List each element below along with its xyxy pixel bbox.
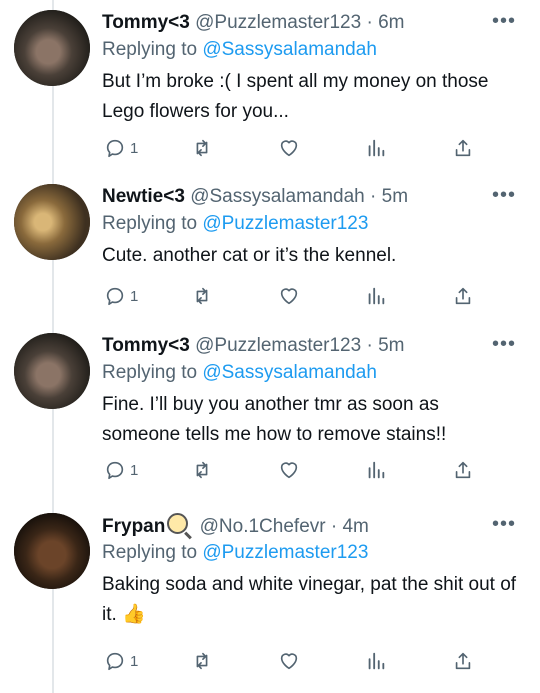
- like-icon: [280, 653, 298, 670]
- tweet-header: Tommy<3 @Puzzlemaster123 · 6m: [102, 10, 502, 36]
- mention-link[interactable]: @Puzzlemaster123: [202, 213, 368, 234]
- analytics-button[interactable]: [365, 283, 387, 309]
- avatar[interactable]: [14, 184, 90, 260]
- separator: ·: [366, 335, 373, 356]
- reply-count: 1: [130, 287, 139, 305]
- avatar[interactable]: [14, 513, 90, 589]
- display-name[interactable]: Newtie<3: [102, 186, 185, 207]
- retweet-icon: [196, 139, 208, 157]
- like-icon: [280, 288, 298, 305]
- timestamp[interactable]: 6m: [378, 12, 404, 33]
- replying-prefix: Replying to: [102, 542, 198, 563]
- analytics-icon: [368, 461, 385, 479]
- avatar[interactable]: [14, 10, 90, 86]
- analytics-icon: [368, 287, 385, 305]
- reply-count: 1: [130, 652, 139, 670]
- retweet-icon: [196, 461, 208, 479]
- action-bar: 1: [0, 135, 540, 161]
- reply-button[interactable]: 1: [104, 135, 138, 161]
- more-icon[interactable]: •••: [492, 334, 516, 354]
- like-button[interactable]: [277, 457, 301, 483]
- timestamp[interactable]: 4m: [342, 516, 368, 537]
- retweet-icon: [196, 287, 208, 305]
- retweet-button[interactable]: [190, 283, 214, 309]
- reply-button[interactable]: 1: [104, 648, 138, 674]
- share-button[interactable]: [452, 457, 474, 483]
- like-button[interactable]: [277, 648, 301, 674]
- like-button[interactable]: [277, 283, 301, 309]
- tweet-text: Baking soda and white vinegar, pat the s…: [102, 570, 522, 630]
- tweet-text: But I’m broke :( I spent all my money on…: [102, 71, 489, 122]
- share-icon: [455, 652, 471, 670]
- analytics-icon: [368, 139, 385, 157]
- retweet-button[interactable]: [190, 457, 214, 483]
- replying-prefix: Replying to: [102, 362, 198, 383]
- retweet-button[interactable]: [190, 135, 214, 161]
- replying-to: Replying to @Sassysalamandah: [102, 37, 377, 63]
- share-icon: [455, 461, 471, 479]
- analytics-button[interactable]: [365, 457, 387, 483]
- action-bar: 1: [0, 283, 540, 309]
- thumbs-up-emoji: 👍: [122, 604, 146, 625]
- like-button[interactable]: [277, 135, 301, 161]
- user-handle[interactable]: @Sassysalamandah: [190, 186, 365, 207]
- like-icon: [280, 462, 298, 479]
- retweet-icon: [196, 652, 208, 670]
- reply-icon: [106, 139, 124, 158]
- action-bar: 1: [0, 457, 540, 483]
- replying-to: Replying to @Sassysalamandah: [102, 360, 377, 386]
- user-handle[interactable]: @No.1Chefevr: [200, 516, 326, 537]
- avatar[interactable]: [14, 333, 90, 409]
- display-name[interactable]: Tommy<3: [102, 12, 190, 33]
- reply-count: 1: [130, 461, 139, 479]
- tweet-text-content: Baking soda and white vinegar, pat the s…: [102, 574, 517, 625]
- separator: ·: [330, 516, 338, 537]
- tweet-text: Fine. I’ll buy you another tmr as soon a…: [102, 394, 447, 445]
- share-icon: [455, 287, 471, 305]
- tweet-header: Newtie<3 @Sassysalamandah · 5m: [102, 184, 502, 210]
- display-name[interactable]: Tommy<3: [102, 335, 190, 356]
- reply-button[interactable]: 1: [104, 283, 138, 309]
- mention-link[interactable]: @Puzzlemaster123: [202, 542, 368, 563]
- more-icon[interactable]: •••: [492, 185, 516, 205]
- user-handle[interactable]: @Puzzlemaster123: [195, 12, 361, 33]
- analytics-button[interactable]: [365, 648, 387, 674]
- replying-prefix: Replying to: [102, 213, 198, 234]
- reply-icon: [106, 287, 124, 306]
- share-button[interactable]: [452, 283, 474, 309]
- tweet-header: Tommy<3 @Puzzlemaster123 · 5m: [102, 333, 502, 359]
- replying-to: Replying to @Puzzlemaster123: [102, 540, 368, 566]
- retweet-button[interactable]: [190, 648, 214, 674]
- tweet-header: Frypan @No.1Chefevr · 4m: [102, 513, 502, 539]
- share-button[interactable]: [452, 648, 474, 674]
- display-name[interactable]: Frypan: [102, 516, 165, 537]
- like-icon: [280, 140, 298, 157]
- tweet-text: Cute. another cat or it’s the kennel.: [102, 245, 397, 266]
- separator: ·: [366, 12, 373, 33]
- share-button[interactable]: [452, 135, 474, 161]
- more-icon[interactable]: •••: [492, 514, 516, 534]
- reply-icon: [106, 652, 124, 671]
- frying-pan-icon: [167, 513, 189, 534]
- reply-button[interactable]: 1: [104, 457, 138, 483]
- separator: ·: [370, 186, 377, 207]
- replying-to: Replying to @Puzzlemaster123: [102, 211, 368, 237]
- analytics-icon: [368, 652, 385, 670]
- timestamp[interactable]: 5m: [382, 186, 408, 207]
- timestamp[interactable]: 5m: [378, 335, 404, 356]
- user-handle[interactable]: @Puzzlemaster123: [195, 335, 361, 356]
- mention-link[interactable]: @Sassysalamandah: [202, 362, 377, 383]
- more-icon[interactable]: •••: [492, 11, 516, 31]
- mention-link[interactable]: @Sassysalamandah: [202, 39, 377, 60]
- replying-prefix: Replying to: [102, 39, 198, 60]
- reply-count: 1: [130, 139, 139, 157]
- action-bar: 1: [0, 648, 540, 674]
- share-icon: [455, 139, 471, 157]
- analytics-button[interactable]: [365, 135, 387, 161]
- reply-icon: [106, 461, 124, 480]
